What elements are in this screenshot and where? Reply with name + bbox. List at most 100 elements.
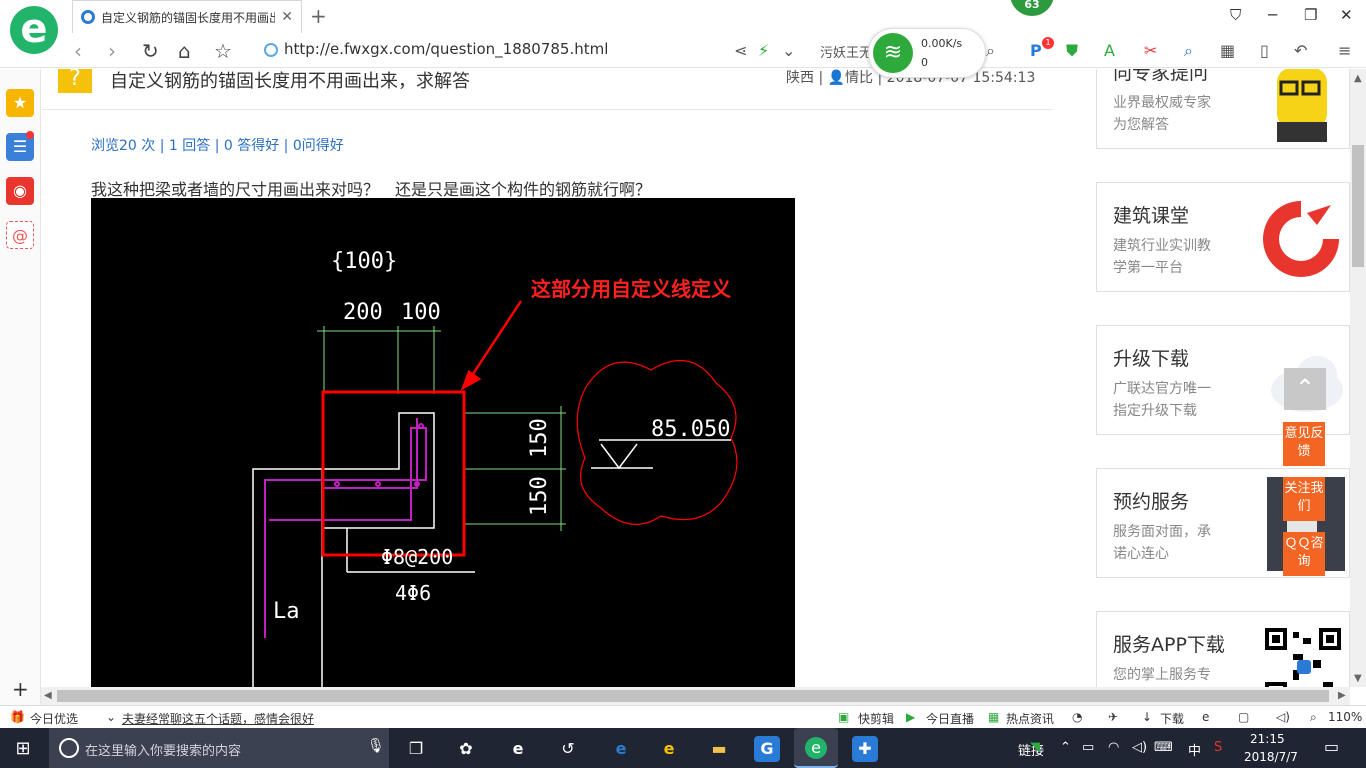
wifi-signal-icon[interactable]: ◠ (1108, 740, 1119, 755)
card-expert[interactable]: 向专家提问 业界最权威专家 为您解答 (1096, 69, 1350, 149)
scroll-down-arrow[interactable]: ▼ (1354, 673, 1362, 684)
chevron-down-icon[interactable]: ⌄ (106, 710, 116, 724)
ip-extension-icon[interactable]: P (1030, 41, 1042, 60)
new-tab-button[interactable]: + (310, 4, 327, 28)
share-icon[interactable]: ⋖ (734, 41, 747, 60)
refresh-button[interactable]: ↻ (142, 39, 159, 63)
tab-active[interactable]: 自定义钢筋的锚固长度用不用画出 ✕ (72, 0, 302, 33)
news-ticker-link[interactable]: 夫妻经常聊这五个话题，感情会很好 (122, 710, 314, 727)
kuaijian-link[interactable]: 快剪辑 (858, 710, 894, 727)
back-button[interactable]: ‹ (74, 39, 82, 63)
card-title: 预约服务 (1113, 491, 1190, 513)
browser-logo-icon[interactable]: e (10, 6, 58, 54)
undo-icon[interactable]: ↶ (1294, 41, 1307, 60)
windows-start-icon[interactable]: ⊞ (10, 736, 36, 762)
close-window-button[interactable]: ✕ (1340, 6, 1353, 24)
file-explorer-icon[interactable]: ▬ (706, 736, 732, 762)
follow-us-button[interactable]: 关注我们 (1283, 477, 1325, 521)
stirrup-text: Φ8@200 (381, 545, 453, 569)
feedback-button[interactable]: 意见反馈 (1283, 422, 1325, 466)
edge-browser-icon[interactable]: e (608, 736, 634, 762)
magnifier-icon[interactable]: ⌕ (1184, 41, 1193, 61)
card-subtitle: 为您解答 (1113, 117, 1169, 133)
bookmark-star-button[interactable]: ☆ (214, 39, 232, 63)
microphone-icon[interactable]: 🎙 (367, 738, 385, 754)
scissors-icon[interactable]: ✂ (1144, 41, 1157, 60)
notification-badge[interactable]: 63 (1010, 0, 1054, 16)
plus-app-icon[interactable]: ✚ (852, 736, 878, 762)
clock-date[interactable]: 2018/7/7 (1244, 750, 1298, 764)
card-subtitle: 指定升级下载 (1113, 403, 1197, 419)
menu-icon[interactable]: ≡ (1338, 41, 1351, 60)
tablet-icon[interactable]: ▯ (1260, 41, 1269, 60)
translate-icon[interactable]: A (1104, 41, 1115, 60)
windows-taskbar: ⊞ 在这里输入你要搜索的内容 🎙 ❐ ✿ e ↺ e e ▬ G e ✚ 链接 … (0, 728, 1366, 768)
speedometer-icon[interactable]: ◔ (1072, 710, 1082, 724)
email-icon[interactable]: @ (6, 221, 34, 249)
scroll-left-arrow[interactable]: ◀ (44, 690, 52, 701)
pin-icon[interactable]: ✈ (1108, 710, 1118, 724)
dim-150a-text: 150 (527, 418, 552, 458)
card-title: 建筑课堂 (1113, 205, 1190, 227)
action-center-icon[interactable]: ▭ (1324, 737, 1339, 756)
bars-text: 4Φ6 (395, 581, 431, 605)
active-browser-taskbar-icon[interactable]: e (794, 728, 838, 768)
tab-close-icon[interactable]: ✕ (281, 9, 293, 25)
weibo-icon[interactable]: ◉ (6, 177, 34, 205)
network-speed-widget[interactable]: ≋ 0.00K/s 0 (868, 28, 986, 78)
battery-icon[interactable]: ▭ (1082, 740, 1094, 755)
today-picks-link[interactable]: 今日优选 (30, 710, 78, 727)
volume-icon[interactable]: ◁) (1276, 710, 1290, 724)
task-view-icon[interactable]: ❐ (403, 736, 429, 762)
home-button[interactable]: ⌂ (178, 39, 191, 63)
ie-mode-icon[interactable]: e (1202, 710, 1209, 724)
card-subtitle: 建筑行业实训教 (1113, 238, 1211, 254)
dim-200-text: 200 (343, 300, 383, 325)
question-stats[interactable]: 浏览20 次 | 1 回答 | 0 答得好 | 0问得好 (91, 135, 344, 155)
volume-tray-icon[interactable]: ◁) (1132, 740, 1147, 755)
scroll-up-arrow[interactable]: ▲ (1354, 73, 1362, 84)
card-subtitle: 您的掌上服务专 (1113, 667, 1211, 683)
kuaijian-icon: ▣ (838, 710, 850, 724)
elevation-text: 85.050 (651, 417, 730, 442)
swirl-app-icon[interactable]: ↺ (555, 736, 581, 762)
tray-expand-icon[interactable]: ⌃ (1060, 740, 1071, 755)
add-sidebar-button[interactable]: + (12, 677, 29, 701)
browser-e-app-icon[interactable]: e (505, 736, 531, 762)
restore-button[interactable]: ❐ (1304, 6, 1317, 24)
live-link[interactable]: 今日直播 (926, 710, 974, 727)
shirt-skin-icon[interactable]: ⛉ (1230, 6, 1241, 24)
forward-button[interactable]: › (108, 39, 116, 63)
vertical-scrollbar-thumb[interactable] (1352, 145, 1364, 267)
back-to-top-button[interactable]: ⌃ (1284, 368, 1326, 410)
download-link[interactable]: 下载 (1160, 710, 1184, 727)
minimize-button[interactable]: ─ (1268, 6, 1277, 24)
ie-browser-icon[interactable]: e (656, 736, 682, 762)
shield-icon[interactable]: ⛊ (1066, 41, 1078, 61)
scroll-right-arrow[interactable]: ▶ (1338, 690, 1346, 701)
taskbar-search-box[interactable]: 在这里输入你要搜索的内容 🎙 (49, 728, 389, 768)
sogou-input-icon[interactable]: S (1214, 740, 1222, 755)
hot-news-link[interactable]: 热点资讯 (1006, 710, 1054, 727)
card-classroom[interactable]: 建筑课堂 建筑行业实训教 学第一平台 (1096, 182, 1350, 292)
dropdown-chevron-icon[interactable]: ⌄ (782, 41, 795, 60)
zoom-level[interactable]: 110% (1328, 710, 1362, 724)
keyboard-icon[interactable]: ⌨ (1154, 740, 1173, 755)
horizontal-scrollbar-thumb[interactable] (57, 690, 1329, 702)
pinwheel-app-icon[interactable]: ✿ (453, 736, 479, 762)
question-body: 我这种把梁或者墙的尺寸用画出来对吗？ 还是只是画这个构件的钢筋就行啊？ (91, 180, 652, 199)
tray-network-icon[interactable]: ◥ (1030, 740, 1040, 755)
ime-indicator[interactable]: 中 (1188, 740, 1201, 759)
search-engine-label[interactable]: 污妖王无 (820, 42, 872, 61)
address-bar[interactable]: http://e.fwxgx.com/question_1880785.html (284, 40, 608, 58)
speed-mode-icon[interactable]: ⚡ (758, 41, 769, 60)
qq-consult-button[interactable]: ＱＱ咨询 (1283, 532, 1325, 576)
favorites-star-icon[interactable]: ★ (6, 89, 34, 117)
card-app-download[interactable]: 服务APP下载 您的掌上服务专 (1096, 611, 1350, 687)
g-app-icon[interactable]: G (754, 736, 780, 762)
clock-time[interactable]: 21:15 (1250, 732, 1285, 746)
window-icon[interactable]: ▢ (1238, 710, 1249, 724)
apps-grid-icon[interactable]: ▦ (1220, 41, 1235, 60)
tab-title: 自定义钢筋的锚固长度用不用画出 (101, 10, 276, 25)
search-icon[interactable]: ⌕ (986, 41, 995, 61)
